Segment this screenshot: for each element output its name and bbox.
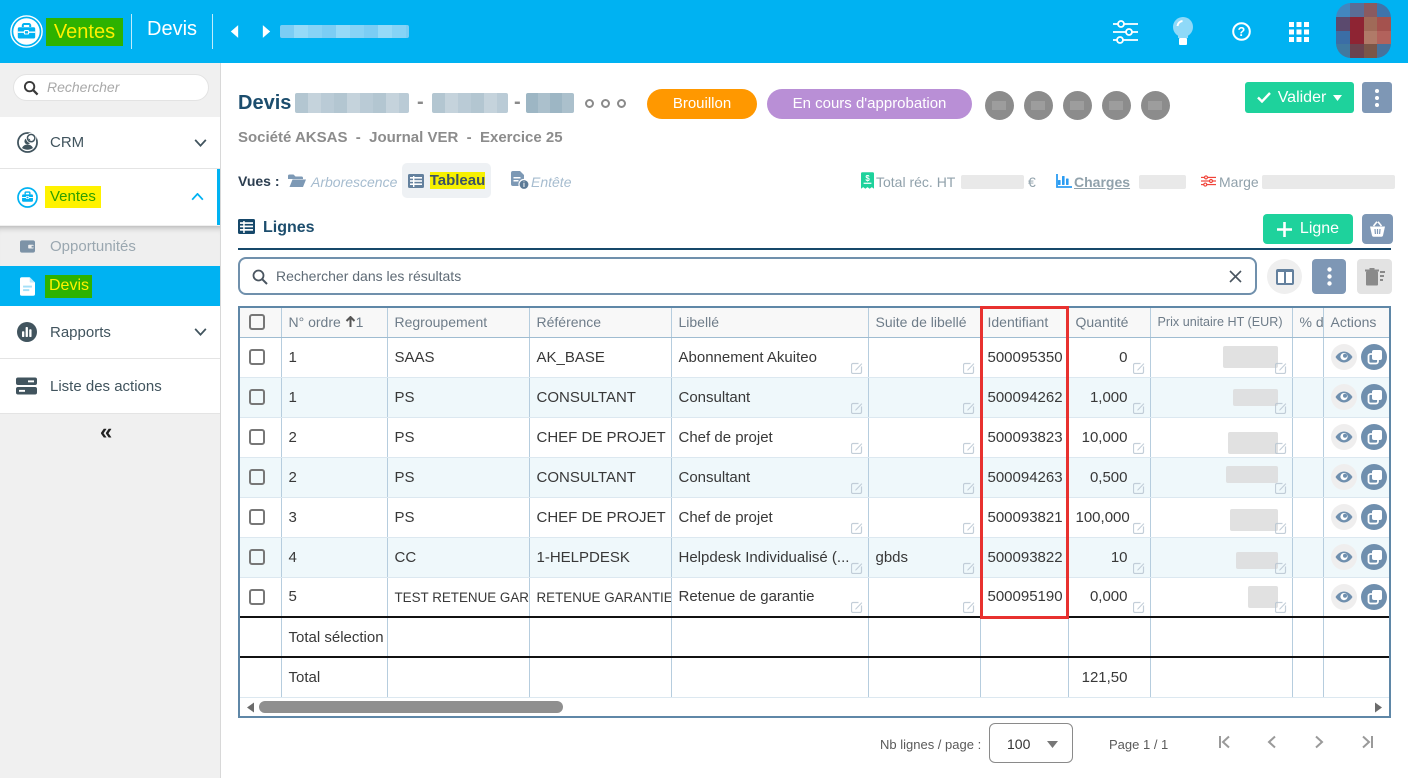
svg-text:?: ? xyxy=(1238,25,1246,39)
svg-text:i: i xyxy=(523,182,525,189)
svg-text:$: $ xyxy=(865,174,870,183)
